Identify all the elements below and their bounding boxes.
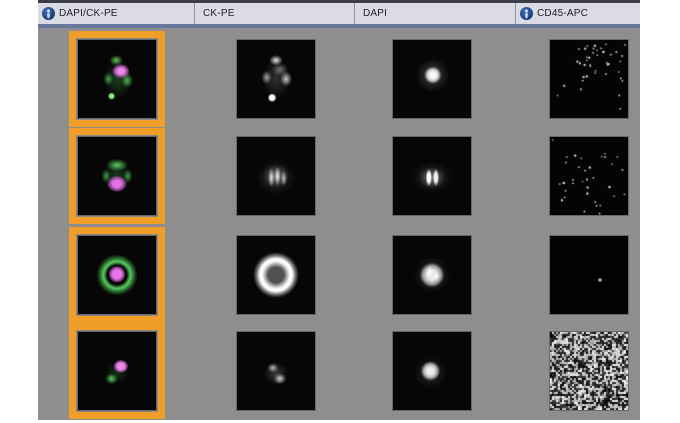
column-header-dapi[interactable]: DAPI [355, 3, 516, 24]
column-header-dapi-ck-pe[interactable]: DAPI/CK-PE [38, 3, 195, 24]
apc-speckles-scattered-image [549, 136, 629, 216]
ck-dim-two-lobe-image [236, 331, 316, 411]
column-header-label: DAPI/CK-PE [59, 8, 118, 19]
cell-image-tile-cd45-apc-row4[interactable] [549, 331, 629, 411]
cell-gallery-window: DAPI/CK-PE CK-PE DAPI CD45-APC [0, 0, 680, 423]
column-header-ck-pe[interactable]: CK-PE [195, 3, 355, 24]
cell-image-tile-dapi-row4[interactable] [392, 331, 472, 411]
header-cells: DAPI/CK-PE CK-PE DAPI CD45-APC [38, 3, 640, 24]
cell-image-tile-dapi-ck-pe-row3[interactable] [69, 227, 165, 323]
gallery-viewport: DAPI/CK-PE CK-PE DAPI CD45-APC [38, 0, 640, 420]
cell-image-tile-dapi-row1[interactable] [392, 39, 472, 119]
cell-image-tile-ck-pe-row1[interactable] [236, 39, 316, 119]
overlay-ring-nucleus-image [77, 235, 157, 315]
channel-icon [520, 7, 533, 20]
ck-striated-blob-image [236, 136, 316, 216]
column-header-cd45-apc[interactable]: CD45-APC [516, 3, 640, 24]
cell-image-tile-cd45-apc-row2[interactable] [549, 136, 629, 216]
dapi-bright-nucleus-image [392, 235, 472, 315]
apc-dense-noise-image [549, 331, 629, 411]
cell-image-tile-dapi-ck-pe-row1[interactable] [69, 31, 165, 127]
cell-image-tile-dapi-ck-pe-row4[interactable] [69, 323, 165, 419]
channel-header-row: DAPI/CK-PE CK-PE DAPI CD45-APC [38, 0, 640, 28]
apc-speckles-upper-image [549, 39, 629, 119]
cell-image-tile-cd45-apc-row3[interactable] [549, 235, 629, 315]
dapi-soft-blob-image [392, 331, 472, 411]
apc-single-dot-image [549, 235, 629, 315]
cell-image-tile-ck-pe-row3[interactable] [236, 235, 316, 315]
dapi-double-bar-image [392, 136, 472, 216]
cell-image-tile-dapi-ck-pe-row2[interactable] [69, 128, 165, 224]
column-header-label: CD45-APC [537, 8, 589, 19]
channel-icon [42, 7, 55, 20]
cell-image-tile-dapi-row2[interactable] [392, 136, 472, 216]
cell-image-tile-ck-pe-row2[interactable] [236, 136, 316, 216]
image-grid-panel [38, 28, 640, 420]
dapi-round-blob-image [392, 39, 472, 119]
cell-image-tile-dapi-row3[interactable] [392, 235, 472, 315]
column-header-label: DAPI [363, 8, 388, 19]
ck-bright-ring-image [236, 235, 316, 315]
ck-patchy-oval-image [236, 39, 316, 119]
overlay-small-cell-image [77, 331, 157, 411]
column-header-label: CK-PE [203, 8, 235, 19]
overlay-oval-cell-image [77, 39, 157, 119]
overlay-green-cap-cell-image [77, 136, 157, 216]
cell-image-tile-ck-pe-row4[interactable] [236, 331, 316, 411]
cell-image-tile-cd45-apc-row1[interactable] [549, 39, 629, 119]
